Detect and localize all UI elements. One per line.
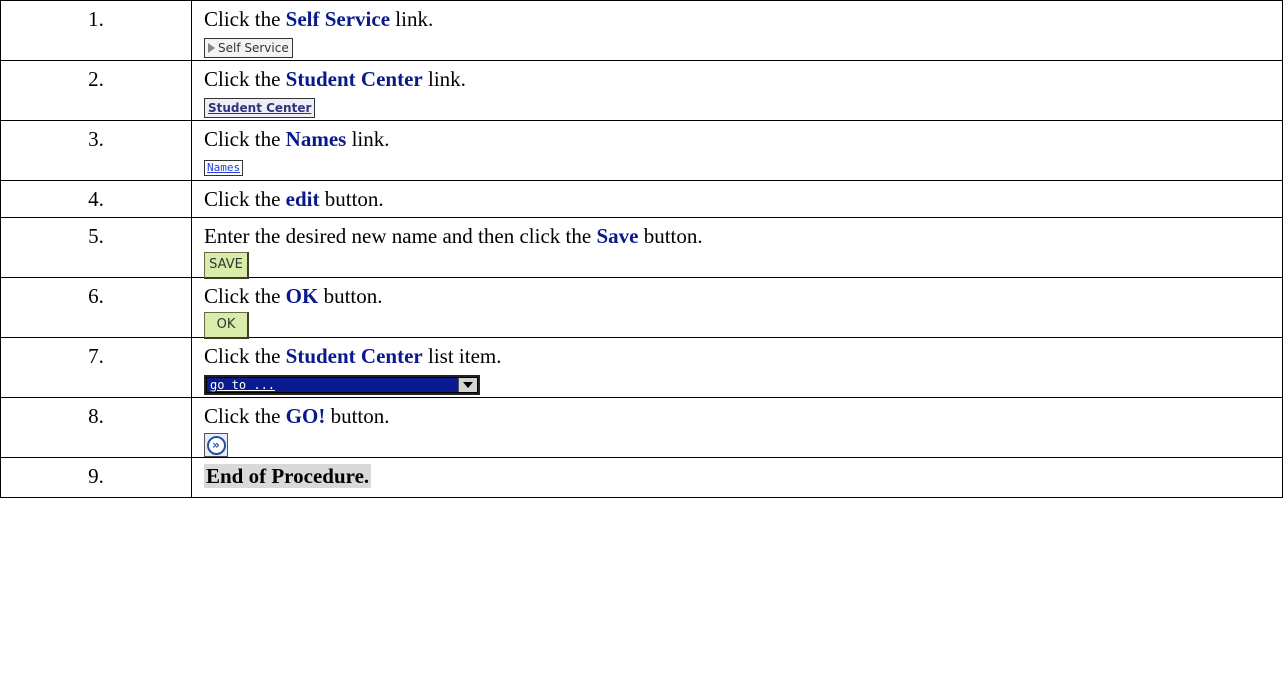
step-number: 6. xyxy=(0,277,192,338)
ok-button[interactable]: OK xyxy=(204,311,249,339)
chevron-down-icon[interactable] xyxy=(458,378,477,392)
step-row-1: 1. Click the Self Service link. Self Ser… xyxy=(0,0,1283,61)
step-instruction: Click the OK button. OK xyxy=(191,277,1283,339)
goto-selected-value: go to ... xyxy=(207,378,458,392)
step-row-3: 3. Click the Names link. Names xyxy=(0,120,1283,181)
step-row-8: 8. Click the GO! button. » xyxy=(0,397,1283,458)
step-number: 9. xyxy=(0,457,192,498)
self-service-label: Self Service xyxy=(218,41,289,55)
instruction-text: Click the xyxy=(204,67,286,91)
go-button[interactable]: » xyxy=(204,433,228,457)
step-instruction: Click the Student Center link. Student C… xyxy=(191,60,1283,121)
instruction-keyword: Student Center xyxy=(285,67,423,91)
instruction-text: button. xyxy=(638,224,703,248)
step-instruction: Click the GO! button. » xyxy=(191,397,1283,458)
end-of-procedure: End of Procedure. xyxy=(204,464,372,488)
instruction-text: Click the xyxy=(204,344,286,368)
instruction-text: Click the xyxy=(204,187,286,211)
step-number: 4. xyxy=(0,180,192,218)
instruction-text: link. xyxy=(346,127,390,151)
save-button[interactable]: SAVE xyxy=(204,251,249,279)
step-instruction: Click the Student Center list item. go t… xyxy=(191,337,1283,398)
instruction-text: Click the xyxy=(204,7,286,31)
instruction-text: list item. xyxy=(422,344,502,368)
step-number: 7. xyxy=(0,337,192,398)
step-number: 5. xyxy=(0,217,192,278)
step-instruction: Click the Self Service link. Self Servic… xyxy=(191,0,1283,61)
student-center-link[interactable]: Student Center xyxy=(204,98,316,118)
instruction-keyword: OK xyxy=(285,284,319,308)
goto-dropdown[interactable]: go to ... xyxy=(204,375,480,395)
instruction-text: button. xyxy=(318,284,383,308)
step-instruction: Enter the desired new name and then clic… xyxy=(191,217,1283,279)
procedure-steps-table: 1. Click the Self Service link. Self Ser… xyxy=(0,0,1283,498)
instruction-text: button. xyxy=(319,187,384,211)
self-service-link[interactable]: Self Service xyxy=(204,38,293,58)
step-instruction: End of Procedure. xyxy=(191,457,1283,498)
triangle-right-icon xyxy=(208,43,215,53)
names-link[interactable]: Names xyxy=(204,160,244,176)
step-row-6: 6. Click the OK button. OK xyxy=(0,277,1283,339)
instruction-text: Enter the desired new name and then clic… xyxy=(204,224,597,248)
instruction-text: Click the xyxy=(204,404,286,428)
step-row-2: 2. Click the Student Center link. Studen… xyxy=(0,60,1283,121)
instruction-text: Click the xyxy=(204,284,286,308)
step-row-4: 4. Click the edit button. xyxy=(0,180,1283,218)
instruction-text: Click the xyxy=(204,127,286,151)
double-chevron-right-icon: » xyxy=(206,435,226,455)
instruction-text: link. xyxy=(390,7,434,31)
step-number: 2. xyxy=(0,60,192,121)
instruction-keyword: GO! xyxy=(285,404,326,428)
instruction-keyword: edit xyxy=(285,187,320,211)
step-number: 1. xyxy=(0,0,192,61)
step-row-7: 7. Click the Student Center list item. g… xyxy=(0,337,1283,398)
instruction-keyword: Self Service xyxy=(285,7,391,31)
step-instruction: Click the Names link. Names xyxy=(191,120,1283,181)
instruction-text: button. xyxy=(325,404,390,428)
step-number: 8. xyxy=(0,397,192,458)
instruction-keyword: Names xyxy=(285,127,347,151)
step-row-9: 9. End of Procedure. xyxy=(0,457,1283,498)
instruction-keyword: Save xyxy=(596,224,639,248)
step-instruction: Click the edit button. xyxy=(191,180,1283,218)
step-row-5: 5. Enter the desired new name and then c… xyxy=(0,217,1283,279)
instruction-keyword: Student Center xyxy=(285,344,423,368)
instruction-text: link. xyxy=(422,67,466,91)
step-number: 3. xyxy=(0,120,192,181)
